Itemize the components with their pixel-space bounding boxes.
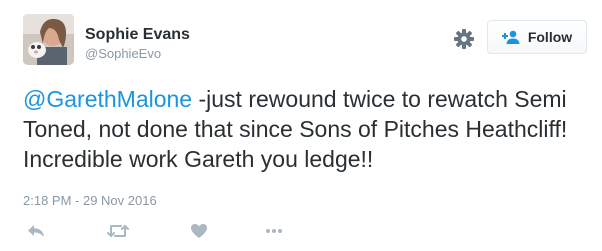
follow-label: Follow: [527, 29, 573, 45]
gear-icon[interactable]: [451, 26, 477, 52]
author-handle[interactable]: @SophieEvo: [85, 46, 161, 62]
follow-button[interactable]: Follow: [487, 20, 587, 54]
reply-icon[interactable]: [24, 218, 48, 244]
like-heart-icon[interactable]: [187, 218, 211, 244]
retweet-icon[interactable]: [104, 218, 132, 244]
mention-link[interactable]: @GarethMalone: [23, 86, 192, 112]
tweet-card: Sophie Evans @SophieEvo Follow @GarethMa…: [0, 0, 602, 251]
tweet-text: @GarethMalone -just rewound twice to rew…: [23, 84, 593, 174]
tweet-actions: [0, 218, 602, 244]
more-dots-icon[interactable]: [264, 218, 284, 244]
tweet-timestamp[interactable]: 2:18 PM - 29 Nov 2016: [23, 193, 157, 209]
add-user-icon: [501, 30, 522, 44]
profile-photo: [23, 14, 74, 65]
avatar[interactable]: [23, 14, 74, 65]
author-name[interactable]: Sophie Evans: [85, 26, 190, 44]
